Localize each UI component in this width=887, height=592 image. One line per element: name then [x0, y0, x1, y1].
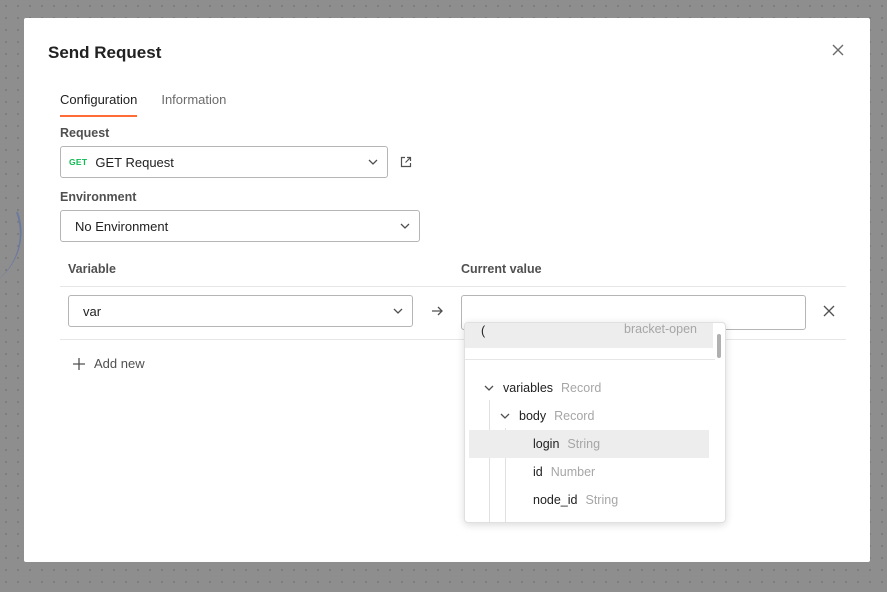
variable-select-value: var: [83, 303, 102, 319]
tree-item-type: Record: [554, 409, 595, 423]
tree-item-type: String: [585, 493, 619, 507]
tree-item-name: variables: [503, 381, 554, 395]
tab-bar: Configuration Information: [60, 92, 226, 117]
environment-select-value: No Environment: [75, 218, 169, 234]
scrollbar-thumb[interactable]: [717, 334, 721, 358]
environment-select[interactable]: No Environment: [60, 210, 420, 242]
method-badge: GET: [69, 157, 88, 167]
request-select[interactable]: GET GET Request: [60, 146, 388, 178]
autocomplete-dropdown: ( bracket-open variables Record body Rec…: [464, 322, 726, 523]
tree-item-name: login: [533, 437, 560, 451]
current-value-column-header: Current value: [461, 262, 542, 276]
tree-item-type: Record: [561, 381, 602, 395]
arrow-right-icon: [432, 306, 443, 316]
suggestion-symbol: (: [481, 324, 486, 338]
dropdown-divider: [465, 359, 715, 360]
variable-select[interactable]: var: [68, 295, 413, 327]
chevron-down-icon: [500, 413, 510, 419]
request-label: Request: [60, 126, 110, 140]
tab-information[interactable]: Information: [161, 92, 226, 117]
chevron-down-icon: [484, 385, 494, 391]
suggestion-bracket-open[interactable]: ( bracket-open: [465, 323, 713, 348]
chevron-down-icon: [400, 223, 410, 229]
tree-item-variables[interactable]: variables Record: [483, 374, 709, 402]
tree-guide-line: [489, 400, 490, 522]
send-request-modal: Send Request Configuration Information R…: [24, 18, 870, 562]
tree-item-id[interactable]: id Number: [533, 458, 709, 486]
variable-column-header: Variable: [68, 262, 116, 276]
chevron-down-icon: [368, 159, 378, 165]
add-new-label: Add new: [94, 356, 145, 371]
table-row-divider: [60, 339, 846, 340]
open-external-icon[interactable]: [399, 155, 413, 169]
close-icon[interactable]: [830, 42, 846, 58]
request-select-value: GET Request: [95, 154, 174, 170]
chevron-down-icon: [393, 308, 403, 314]
plus-icon: [73, 357, 85, 370]
add-new-button[interactable]: Add new: [72, 356, 145, 371]
tree-item-name: id: [533, 465, 543, 479]
tree-item-name: node_id: [533, 493, 578, 507]
tree-item-login[interactable]: login String: [469, 430, 709, 458]
modal-title: Send Request: [48, 43, 162, 62]
tree-item-type: String: [567, 437, 601, 451]
tree-item-name: body: [519, 409, 547, 423]
tree-item-node-id[interactable]: node_id String: [533, 486, 709, 514]
tab-configuration[interactable]: Configuration: [60, 92, 138, 117]
suggestion-description: bracket-open: [624, 322, 697, 336]
tree-item-type: Number: [550, 465, 596, 479]
remove-row-icon[interactable]: [822, 304, 836, 318]
tree-item-body[interactable]: body Record: [499, 402, 709, 430]
table-header-divider: [60, 286, 846, 287]
environment-label: Environment: [60, 190, 137, 204]
